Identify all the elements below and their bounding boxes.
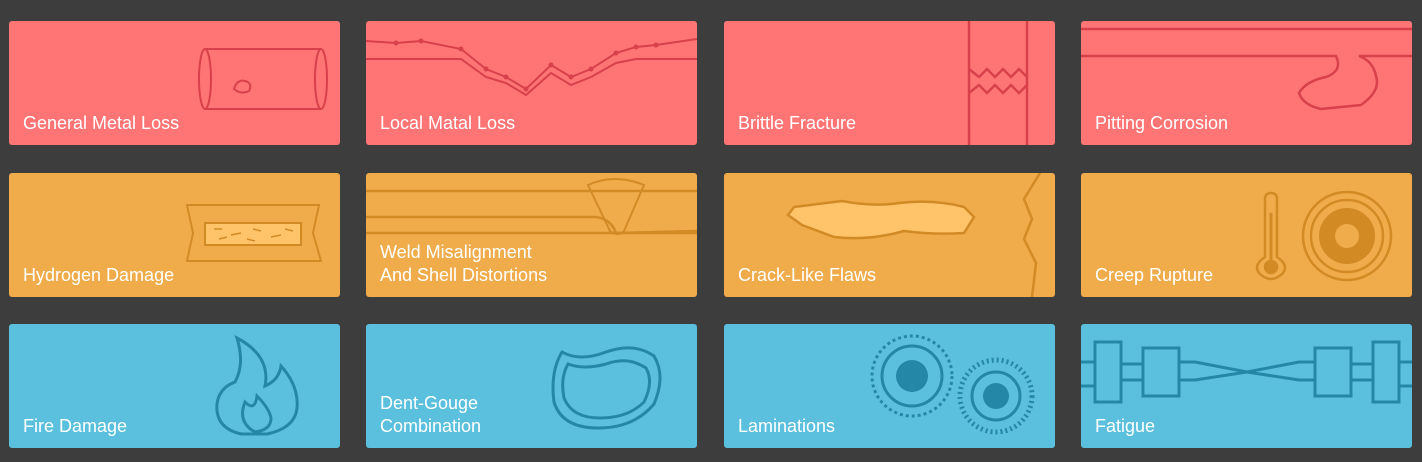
tile-label: Fatigue <box>1095 416 1156 436</box>
tile-local-metal-loss[interactable]: Local Matal Loss <box>366 21 697 145</box>
tile-fatigue[interactable]: Fatigue <box>1081 324 1412 448</box>
tile-label: Dent-Gouge Combination <box>380 393 482 436</box>
tile-label: Laminations <box>738 416 836 436</box>
tile-fire-damage[interactable]: Fire Damage <box>9 324 340 448</box>
tile-brittle-fracture[interactable]: Brittle Fracture <box>724 21 1055 145</box>
tile-general-metal-loss[interactable]: General Metal Loss <box>9 21 340 145</box>
tile-label: Local Matal Loss <box>380 113 516 133</box>
tile-label: Pitting Corrosion <box>1095 113 1229 133</box>
tile-label: Brittle Fracture <box>738 113 857 133</box>
tile-hydrogen-damage[interactable]: Hydrogen Damage <box>9 173 340 297</box>
tile-dent-gouge[interactable]: Dent-Gouge Combination <box>366 324 697 448</box>
tile-label: Crack-Like Flaws <box>738 265 877 285</box>
tile-creep-rupture[interactable]: Creep Rupture <box>1081 173 1412 297</box>
tile-label: Fire Damage <box>23 416 128 436</box>
tile-label: Hydrogen Damage <box>23 265 175 285</box>
tile-crack-like-flaws[interactable]: Crack-Like Flaws <box>724 173 1055 297</box>
tile-pitting-corrosion[interactable]: Pitting Corrosion <box>1081 21 1412 145</box>
tile-weld-misalignment[interactable]: Weld Misalignment And Shell Distortions <box>366 173 697 297</box>
tile-label: Creep Rupture <box>1095 265 1214 285</box>
tile-label: General Metal Loss <box>23 113 180 133</box>
tile-label: Weld Misalignment And Shell Distortions <box>380 242 548 285</box>
damage-mechanism-grid: General Metal Loss Local Matal Loss Brit… <box>0 0 1422 462</box>
tile-laminations[interactable]: Laminations <box>724 324 1055 448</box>
